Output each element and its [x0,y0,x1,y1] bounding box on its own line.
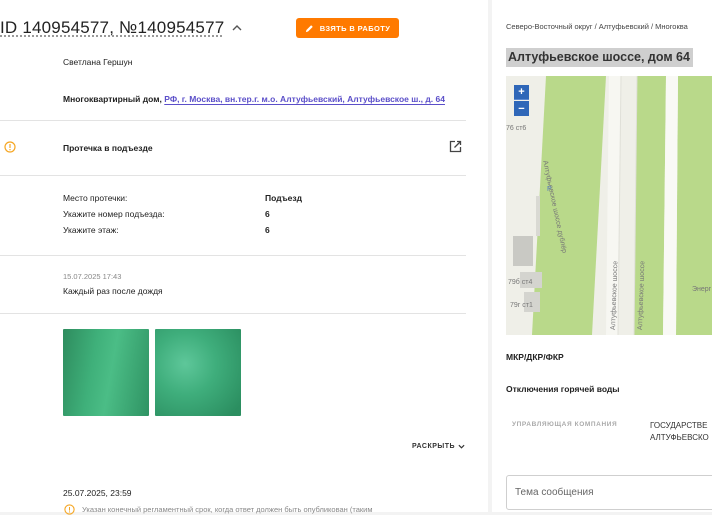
building-type: Многоквартирный дом, [63,94,162,104]
field-value: Подъезд [265,193,303,203]
field-label: Укажите этаж: [63,225,119,235]
object-address: Алтуфьевское шоссе, дом 64 [506,48,693,67]
field-value: 6 [265,209,270,219]
field-value: 6 [265,225,270,235]
pencil-icon [305,24,313,32]
map-label: Энерг [692,286,712,293]
field-label: Укажите номер подъезда: [63,209,165,219]
divider [0,255,466,256]
map-label: 76 ст6 [506,125,527,132]
open-external-icon[interactable] [449,140,462,153]
ticket-panel: ID 140954577, №140954577 ВЗЯТЬ В РАБОТУ … [0,0,488,515]
expand-button[interactable]: РАСКРЫТЬ [412,443,465,450]
comment-timestamp: 15.07.2025 17:43 [63,272,122,281]
map-label: 79г ст1 [510,302,533,309]
divider [0,175,466,176]
warning-icon [4,141,16,153]
message-subject-input[interactable] [506,475,712,510]
ticket-category: Протечка в подъезде [63,143,153,153]
author-name: Светлана Гершун [63,57,133,67]
chevron-up-icon[interactable] [230,21,244,35]
map[interactable]: + − 76 ст6 Алтуфьевское шоссе дублёр P 7… [506,76,712,335]
zoom-in-button[interactable]: + [514,85,529,100]
address-link[interactable]: РФ, г. Москва, вн.тер.г. м.о. Алтуфьевск… [164,94,445,104]
take-to-work-label: ВЗЯТЬ В РАБОТУ [319,23,391,33]
map-label: 79б ст4 [508,279,533,286]
mkr-section-label: МКР/ДКР/ФКР [506,352,564,362]
comment-text: Каждый раз после дождя [63,286,163,296]
object-panel: Северо-Восточный округ / Алтуфьевский / … [492,0,712,512]
ticket-title-row: ID 140954577, №140954577 [0,17,244,39]
management-company-value: ГОСУДАРСТВЕ АЛТУФЬЕВСКО [650,420,709,444]
attachment-photo[interactable] [155,329,241,416]
chevron-down-icon [458,444,465,449]
ticket-title[interactable]: ID 140954577, №140954577 [0,18,224,38]
management-company-line: ГОСУДАРСТВЕ [650,421,708,430]
info-icon [64,504,75,515]
management-company-label: УПРАВЛЯЮЩАЯ КОМПАНИЯ [512,421,618,428]
management-company-line: АЛТУФЬЕВСКО [650,433,709,442]
divider [0,313,466,314]
breadcrumb[interactable]: Северо-Восточный округ / Алтуфьевский / … [506,22,688,31]
deadline-timestamp: 25.07.2025, 23:59 [63,488,132,498]
map-label: P [547,186,552,193]
building-info: Многоквартирный дом, РФ, г. Москва, вн.т… [63,94,445,104]
deadline-note: Указан конечный регламентный срок, когда… [82,505,373,514]
attachment-photo[interactable] [63,329,149,416]
field-label: Место протечки: [63,193,128,203]
expand-label: РАСКРЫТЬ [412,443,456,450]
take-to-work-button[interactable]: ВЗЯТЬ В РАБОТУ [296,18,399,38]
divider [0,120,466,121]
zoom-out-button[interactable]: − [514,101,529,116]
hot-water-section-label: Отключения горячей воды [506,384,620,394]
map-canvas [506,76,712,335]
